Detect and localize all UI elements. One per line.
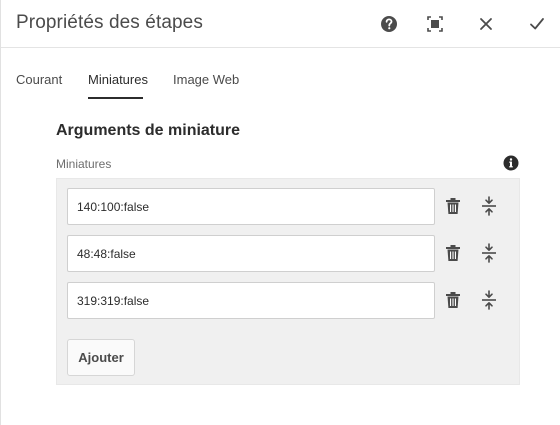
drag-handle-icon <box>482 243 496 263</box>
drag-handle-icon <box>482 290 496 310</box>
fullscreen-button[interactable] <box>423 12 447 36</box>
thumbnail-row <box>67 282 513 319</box>
drag-handle-icon <box>482 196 496 216</box>
trash-icon <box>446 245 460 261</box>
tab-list: Courant Miniatures Image Web <box>1 64 560 100</box>
tab-miniatures[interactable]: Miniatures <box>88 72 148 96</box>
reorder-handle[interactable] <box>479 290 499 310</box>
info-icon[interactable] <box>503 155 519 171</box>
trash-icon <box>446 198 460 214</box>
step-properties-dialog: Propriétés des étapes Courant Miniatures… <box>0 0 560 425</box>
close-button[interactable] <box>474 12 498 36</box>
tab-image-web[interactable]: Image Web <box>173 72 239 96</box>
thumbnail-row <box>67 188 513 225</box>
thumbnail-value-input[interactable] <box>67 282 435 319</box>
help-button[interactable] <box>377 12 401 36</box>
fullscreen-icon <box>427 16 443 32</box>
thumbnails-multifield: Ajouter <box>56 178 520 385</box>
thumbnail-row <box>67 235 513 272</box>
selected-tab-indicator <box>88 97 143 99</box>
help-icon <box>381 16 397 32</box>
trash-icon <box>446 292 460 308</box>
reorder-handle[interactable] <box>479 243 499 263</box>
tab-courant[interactable]: Courant <box>16 72 62 96</box>
add-button[interactable]: Ajouter <box>67 339 135 376</box>
dialog-title: Propriétés des étapes <box>16 12 203 33</box>
reorder-handle[interactable] <box>479 196 499 216</box>
done-button[interactable] <box>525 12 549 36</box>
dialog-header: Propriétés des étapes <box>1 0 560 48</box>
delete-button[interactable] <box>443 290 463 310</box>
thumbnails-field-label: Miniatures <box>56 157 112 171</box>
section-title: Arguments de miniature <box>56 122 241 139</box>
close-icon <box>480 18 492 30</box>
delete-button[interactable] <box>443 243 463 263</box>
delete-button[interactable] <box>443 196 463 216</box>
checkmark-icon <box>530 18 544 30</box>
thumbnail-value-input[interactable] <box>67 188 435 225</box>
thumbnail-value-input[interactable] <box>67 235 435 272</box>
